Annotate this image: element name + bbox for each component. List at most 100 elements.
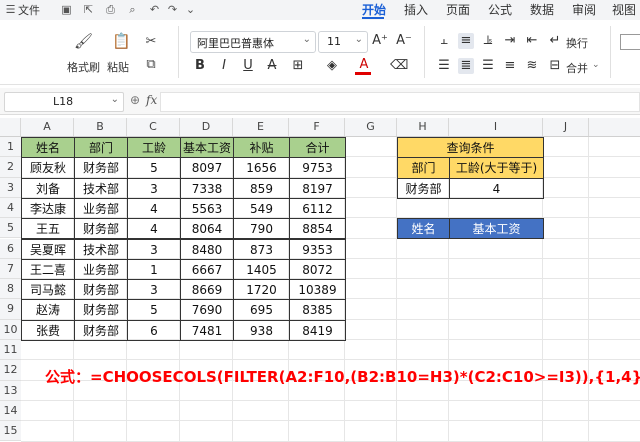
- table-cell[interactable]: 8385: [289, 299, 346, 321]
- format-painter-icon[interactable]: 🖌: [74, 32, 93, 50]
- table-cell[interactable]: 1656: [233, 157, 290, 179]
- tab-formula[interactable]: 公式: [488, 1, 512, 18]
- table-cell[interactable]: 1720: [233, 279, 290, 301]
- table-cell[interactable]: 司马懿: [21, 279, 75, 301]
- table-header-cell[interactable]: 姓名: [21, 137, 75, 159]
- table-cell[interactable]: 790: [233, 218, 290, 240]
- merge-icon[interactable]: ⊟: [547, 58, 563, 74]
- table-cell[interactable]: 7481: [180, 319, 234, 341]
- table-cell[interactable]: 财务部: [74, 299, 128, 321]
- row-header-5[interactable]: 5: [0, 218, 21, 239]
- column-header-g[interactable]: G: [345, 118, 397, 136]
- table-cell[interactable]: 8197: [289, 177, 346, 199]
- table-cell[interactable]: 1405: [233, 258, 290, 281]
- result-salary-header[interactable]: 基本工资: [449, 218, 544, 240]
- select-all-corner[interactable]: [0, 118, 21, 136]
- font-grow-icon[interactable]: A⁺: [372, 33, 388, 49]
- table-cell[interactable]: 财务部: [74, 279, 128, 301]
- table-cell[interactable]: 8480: [180, 238, 234, 260]
- table-cell[interactable]: 3: [127, 238, 181, 260]
- font-name-select[interactable]: 阿里巴巴普惠体 ⌄: [190, 31, 316, 53]
- table-cell[interactable]: 技术部: [74, 177, 128, 199]
- table-cell[interactable]: 张费: [21, 319, 75, 341]
- row-header-1[interactable]: 1: [0, 137, 21, 158]
- row-header-7[interactable]: 7: [0, 258, 21, 280]
- format-painter-label[interactable]: 格式刷: [67, 59, 100, 75]
- row-header-12[interactable]: 12: [0, 360, 21, 381]
- query-dept-input[interactable]: 财务部: [397, 177, 450, 199]
- style-gallery[interactable]: [620, 34, 640, 50]
- table-cell[interactable]: 4: [127, 218, 181, 240]
- row-header-6[interactable]: 6: [0, 238, 21, 259]
- table-cell[interactable]: 财务部: [74, 218, 128, 240]
- row-header-3[interactable]: 3: [0, 177, 21, 198]
- align-middle-icon[interactable]: ≡: [458, 33, 474, 49]
- table-cell[interactable]: 刘备: [21, 177, 75, 199]
- column-header-f[interactable]: F: [289, 118, 345, 136]
- column-header-b[interactable]: B: [74, 118, 127, 136]
- row-header-13[interactable]: 13: [0, 380, 21, 401]
- tab-data[interactable]: 数据: [530, 1, 554, 18]
- table-cell[interactable]: 7690: [180, 299, 234, 321]
- table-cell[interactable]: 5563: [180, 197, 234, 220]
- table-cell[interactable]: 8072: [289, 258, 346, 281]
- distributed-icon[interactable]: ≋: [524, 58, 540, 74]
- border-icon[interactable]: ⊞: [290, 58, 306, 74]
- table-cell[interactable]: 695: [233, 299, 290, 321]
- table-cell[interactable]: 9353: [289, 238, 346, 260]
- save-icon[interactable]: ▣: [60, 3, 73, 16]
- underline-icon[interactable]: U: [240, 58, 256, 74]
- fill-color-icon[interactable]: ◈: [324, 58, 340, 74]
- table-cell[interactable]: 859: [233, 177, 290, 199]
- table-cell[interactable]: 3: [127, 279, 181, 301]
- table-cell[interactable]: 1: [127, 258, 181, 281]
- font-shrink-icon[interactable]: A⁻: [396, 33, 412, 49]
- redo-icon[interactable]: ↷: [166, 3, 179, 16]
- tab-insert[interactable]: 插入: [404, 1, 428, 18]
- row-header-15[interactable]: 15: [0, 421, 21, 442]
- clear-format-icon[interactable]: ⌫: [390, 58, 408, 74]
- query-dept-label[interactable]: 部门: [397, 157, 450, 179]
- bold-icon[interactable]: B: [192, 58, 208, 74]
- result-name-header[interactable]: 姓名: [397, 218, 450, 240]
- table-cell[interactable]: 财务部: [74, 319, 128, 341]
- align-bottom-icon[interactable]: ⫡: [480, 33, 496, 49]
- table-cell[interactable]: 6: [127, 319, 181, 341]
- table-cell[interactable]: 10389: [289, 279, 346, 301]
- preview-icon[interactable]: ⌕: [126, 3, 139, 16]
- undo-icon[interactable]: ↶: [148, 3, 161, 16]
- table-cell[interactable]: 8097: [180, 157, 234, 179]
- table-cell[interactable]: 6667: [180, 258, 234, 281]
- wrap-icon[interactable]: ↵: [547, 33, 563, 49]
- tab-home[interactable]: 开始: [362, 1, 386, 18]
- table-cell[interactable]: 王二喜: [21, 258, 75, 281]
- menu-icon[interactable]: ☰: [4, 3, 17, 16]
- table-cell[interactable]: 业务部: [74, 258, 128, 281]
- table-cell[interactable]: 873: [233, 238, 290, 260]
- paste-label[interactable]: 粘贴: [107, 59, 129, 75]
- formula-input[interactable]: [160, 92, 640, 112]
- table-cell[interactable]: 吴夏晖: [21, 238, 75, 260]
- table-cell[interactable]: 赵涛: [21, 299, 75, 321]
- table-cell[interactable]: 8064: [180, 218, 234, 240]
- query-age-input[interactable]: 4: [449, 177, 544, 199]
- table-cell[interactable]: 技术部: [74, 238, 128, 260]
- column-header-a[interactable]: A: [21, 118, 74, 136]
- align-center-icon[interactable]: ≣: [458, 58, 474, 74]
- chevron-down-icon[interactable]: ⌄: [592, 60, 600, 70]
- table-header-cell[interactable]: 合计: [289, 137, 346, 159]
- table-cell[interactable]: 549: [233, 197, 290, 220]
- table-cell[interactable]: 8854: [289, 218, 346, 240]
- column-header-i[interactable]: I: [449, 118, 543, 136]
- file-menu[interactable]: 文件: [18, 2, 40, 18]
- strikethrough-icon[interactable]: A: [264, 58, 280, 74]
- table-cell[interactable]: 4: [127, 197, 181, 220]
- column-header-j[interactable]: J: [543, 118, 589, 136]
- table-cell[interactable]: 业务部: [74, 197, 128, 220]
- table-header-cell[interactable]: 补贴: [233, 137, 290, 159]
- merge-button[interactable]: 合并: [566, 60, 588, 76]
- column-header-h[interactable]: H: [397, 118, 449, 136]
- query-age-label[interactable]: 工龄(大于等于): [449, 157, 544, 179]
- table-cell[interactable]: 王五: [21, 218, 75, 240]
- align-top-icon[interactable]: ⫠: [436, 33, 452, 49]
